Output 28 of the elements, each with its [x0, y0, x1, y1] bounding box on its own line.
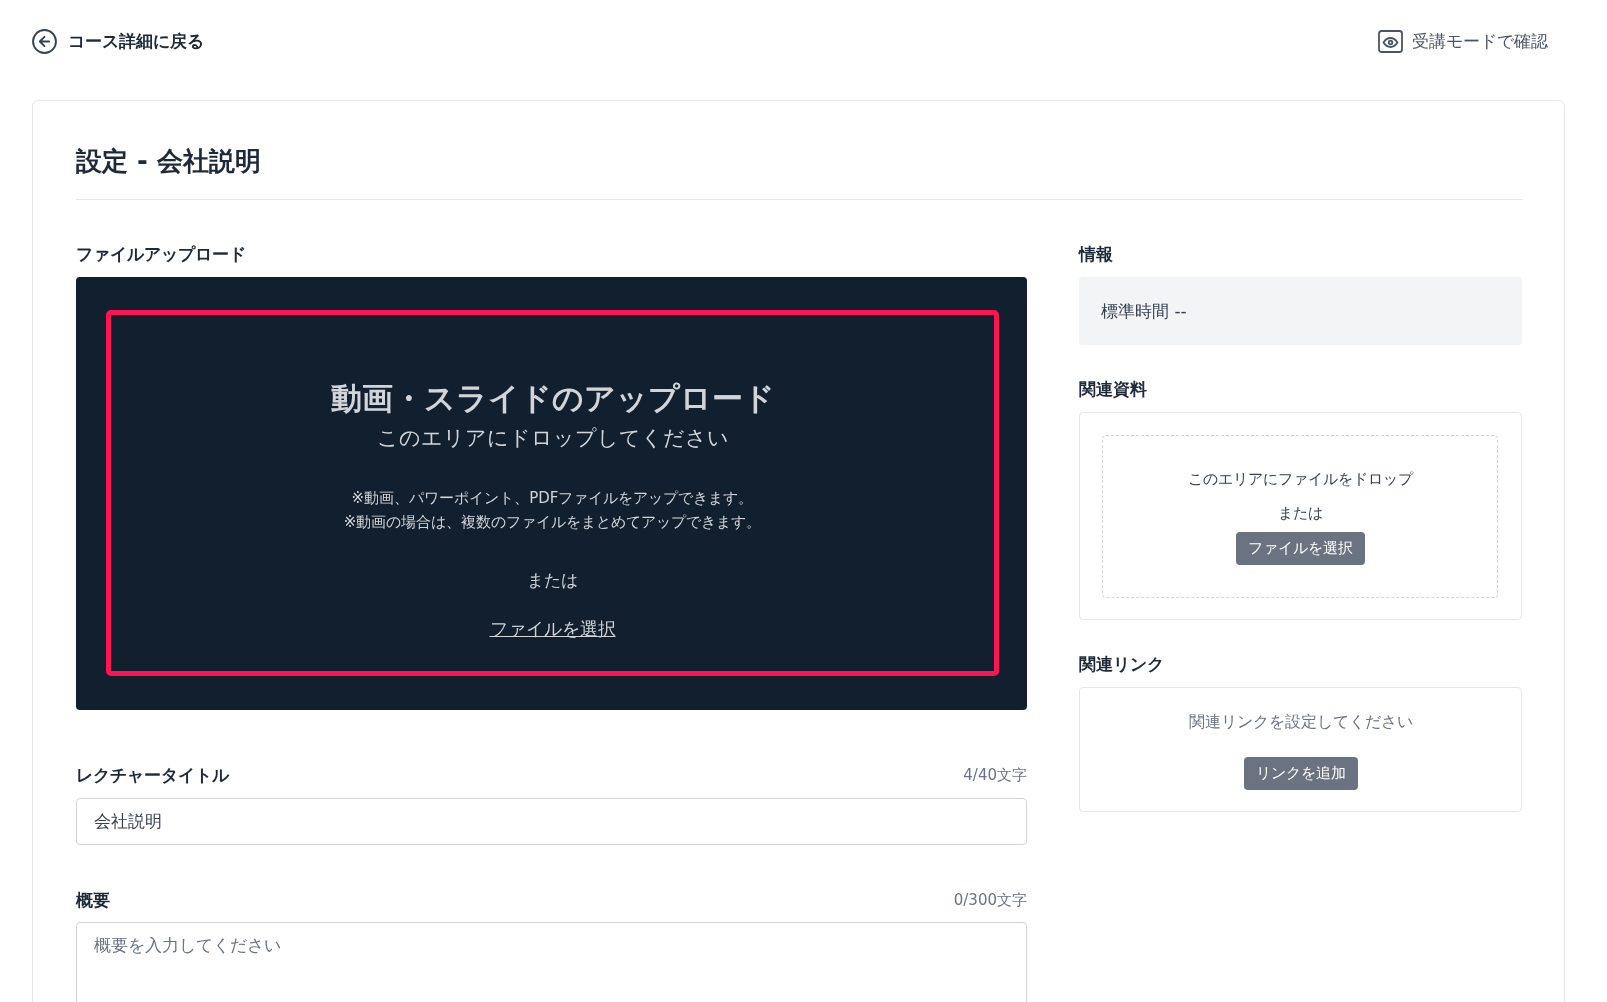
char-counter: 4/40文字 — [963, 765, 1027, 785]
field-label: 概要 — [76, 889, 110, 912]
or-text: または — [1277, 503, 1323, 524]
drop-instruction: このエリアにファイルをドロップ — [1187, 469, 1413, 490]
title-input[interactable]: 会社説明 — [76, 798, 1027, 845]
upload-note: ※動画、パワーポイント、PDFファイルをアップできます。 — [351, 488, 754, 509]
eye-icon — [1378, 29, 1403, 53]
add-link-button[interactable]: リンクを追加 — [1243, 757, 1358, 790]
preview-mode-link[interactable]: 受講モードで確認 — [1378, 29, 1548, 53]
materials-drop-zone[interactable]: このエリアにファイルをドロップ または ファイルを選択 — [1102, 435, 1498, 598]
or-text: または — [527, 569, 578, 592]
select-file-button[interactable]: ファイルを選択 — [1235, 532, 1365, 565]
section-label: ファイルアップロード — [76, 243, 246, 266]
summary-textarea[interactable]: 概要を入力してください — [76, 922, 1027, 1002]
drop-instruction: このエリアにドロップしてください — [376, 425, 729, 452]
upload-note: ※動画の場合は、複数のファイルをまとめてアップできます。 — [343, 512, 762, 533]
section-label: 関連資料 — [1079, 378, 1147, 401]
section-label: 関連リンク — [1079, 653, 1164, 676]
select-file-link[interactable]: ファイルを選択 — [489, 616, 616, 642]
field-label: レクチャータイトル — [76, 764, 229, 787]
empty-links-text: 関連リンクを設定してください — [1188, 711, 1413, 733]
drop-zone[interactable]: 動画・スライドのアップロード このエリアにドロップしてください ※動画、パワーポイント、PDFファイルをアップできます。 ※動画の場合は、複数のファイルをまとめてアップできます。 または ファイルを選択 — [106, 310, 999, 676]
back-link[interactable]: コース詳細に戻る — [32, 28, 204, 54]
section-label: 情報 — [1079, 243, 1113, 266]
page-title: 設定 - 会社説明 — [76, 145, 261, 178]
char-counter: 0/300文字 — [953, 890, 1027, 910]
standard-time-text: 標準時間 -- — [1101, 299, 1187, 323]
upload-heading: 動画・スライドのアップロード — [330, 379, 775, 418]
